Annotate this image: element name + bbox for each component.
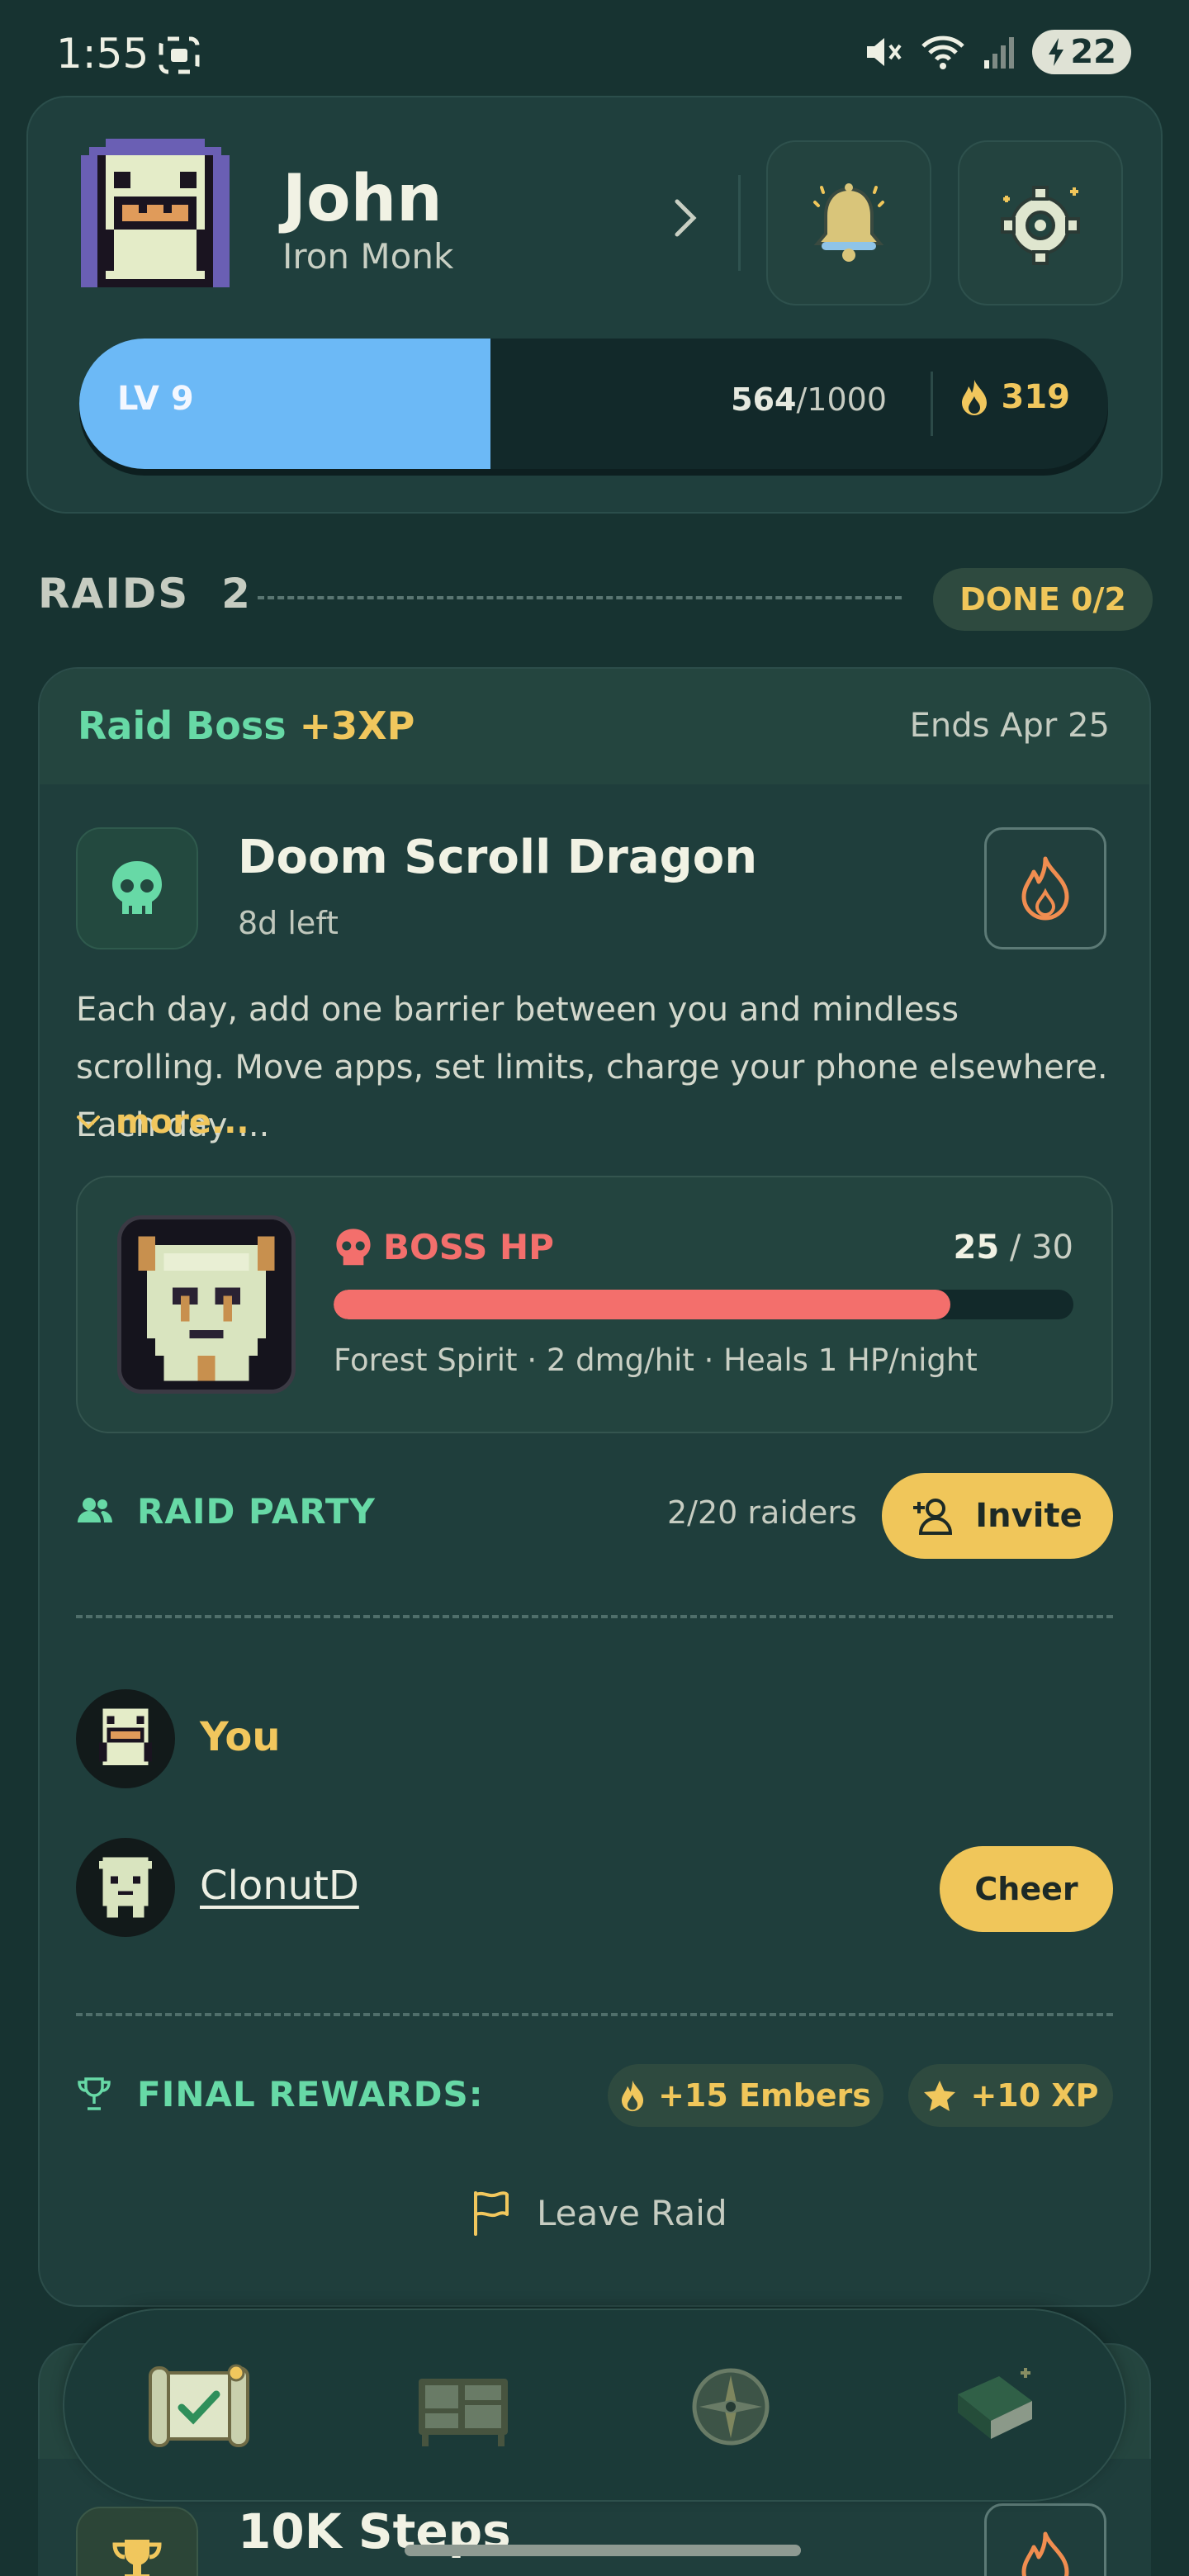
- flag-icon: [474, 2191, 509, 2236]
- status-icons: 22: [864, 30, 1131, 74]
- quests-scroll-icon: [149, 2364, 249, 2447]
- boss-stats: Forest Spirit · 2 dmg/hit · Heals 1 HP/n…: [334, 1342, 978, 1378]
- reward-embers: +15 Embers: [658, 2077, 871, 2114]
- avatar: [76, 1689, 175, 1788]
- skull-icon: [336, 1228, 371, 1265]
- user-name[interactable]: John: [282, 162, 443, 236]
- done-badge: DONE 0/2: [933, 568, 1153, 631]
- ember-count: 319: [960, 378, 1071, 416]
- raid-label: Raid Boss: [78, 703, 287, 748]
- invite-button[interactable]: Invite: [882, 1473, 1113, 1559]
- raiders-count: 2/20 raiders: [667, 1494, 857, 1531]
- add-user-icon: [913, 1499, 953, 1535]
- avatar[interactable]: [76, 1838, 175, 1937]
- nav-journal[interactable]: [941, 2353, 1049, 2460]
- flame-icon: [1021, 856, 1069, 921]
- ember-icon: [961, 380, 987, 415]
- battery-level: 22: [1070, 33, 1116, 71]
- member-name: You: [200, 1714, 281, 1760]
- divider: [258, 596, 902, 599]
- reward-xp: +10 XP: [970, 2077, 1099, 2114]
- wifi-icon: [921, 36, 965, 69]
- invite-label: Invite: [975, 1497, 1082, 1535]
- boss-hp-value: 25 / 30: [954, 1229, 1073, 1267]
- leave-raid-label: Leave Raid: [537, 2192, 727, 2233]
- nav-explore[interactable]: [677, 2353, 784, 2460]
- section-title: RAIDS 2: [38, 570, 252, 618]
- mute-icon: [867, 38, 902, 66]
- hp-label-text: BOSS HP: [383, 1227, 554, 1267]
- compass-icon: [692, 2368, 770, 2446]
- boss-hp-fill: [334, 1290, 950, 1319]
- xp-progress-bar: LV 9 564/1000 319: [79, 339, 1108, 469]
- leave-raid-button[interactable]: Leave Raid: [471, 2190, 727, 2236]
- time-left: 8d left: [238, 905, 339, 941]
- raids-count: 2: [221, 570, 252, 618]
- hp-max: / 30: [1009, 1229, 1073, 1267]
- settings-button[interactable]: [958, 140, 1123, 305]
- skull-icon: [112, 861, 162, 914]
- quest-type-badge: [76, 2507, 198, 2576]
- user-title: Iron Monk: [282, 236, 454, 277]
- bell-icon: [813, 183, 884, 262]
- hp-current: 25: [953, 1229, 1000, 1267]
- ember-amount: 319: [1001, 378, 1071, 416]
- home-indicator[interactable]: [405, 2545, 801, 2556]
- boss-portrait: [117, 1215, 296, 1394]
- divider: [76, 2013, 1113, 2016]
- boss-hp-label: BOSS HP: [335, 1227, 554, 1267]
- party-icon: [76, 1494, 114, 1531]
- chevron-down-icon: [77, 1115, 100, 1129]
- cheer-button[interactable]: Cheer: [940, 1846, 1113, 1932]
- quest-board-icon: [419, 2379, 508, 2446]
- raid-xp-bonus: +3XP: [299, 703, 415, 748]
- nav-board[interactable]: [410, 2353, 517, 2460]
- boss-name: Doom Scroll Dragon: [238, 831, 758, 884]
- raids-title: RAIDS: [38, 570, 190, 618]
- xp-current: 564: [731, 381, 797, 418]
- notifications-button[interactable]: [766, 140, 931, 305]
- battery-indicator: 22: [1032, 30, 1131, 74]
- screenshot-icon: [159, 36, 200, 78]
- attack-button[interactable]: [984, 2503, 1106, 2576]
- divider: [931, 372, 933, 436]
- nav-quests[interactable]: [145, 2353, 253, 2460]
- attack-button[interactable]: [984, 827, 1106, 949]
- member-name[interactable]: ClonutD: [200, 1863, 359, 1909]
- journal-book-icon: [958, 2368, 1032, 2439]
- reward-xp-badge: +10 XP: [908, 2064, 1113, 2127]
- level-label: LV 9: [117, 380, 194, 418]
- xp-value: 564/1000: [731, 381, 887, 418]
- divider: [738, 175, 741, 271]
- trophy-icon: [112, 2540, 162, 2576]
- avatar[interactable]: [64, 130, 246, 312]
- boss-hp-bar: [334, 1290, 1073, 1319]
- xp-max: /1000: [796, 381, 887, 418]
- more-label: more...: [116, 1103, 249, 1141]
- more-link[interactable]: more...: [76, 1103, 249, 1141]
- star-icon: [924, 2081, 956, 2111]
- status-time: 1:55: [56, 30, 149, 78]
- trophy-icon: [76, 2076, 112, 2115]
- signal-icon: [984, 37, 1015, 69]
- chevron-right-icon[interactable]: [670, 195, 700, 253]
- gear-icon: [1001, 186, 1080, 265]
- flame-icon: [1021, 2531, 1069, 2576]
- ember-icon: [622, 2080, 644, 2112]
- raid-party-label: RAID PARTY: [137, 1491, 376, 1532]
- final-rewards-label: FINAL REWARDS:: [137, 2074, 484, 2114]
- raid-type-label: Raid Boss +3XP: [78, 703, 414, 748]
- charging-icon: [1049, 38, 1064, 66]
- reward-embers-badge: +15 Embers: [608, 2064, 883, 2127]
- divider: [76, 1615, 1113, 1618]
- raid-end-date: Ends Apr 25: [909, 707, 1110, 745]
- boss-type-badge: [76, 827, 198, 949]
